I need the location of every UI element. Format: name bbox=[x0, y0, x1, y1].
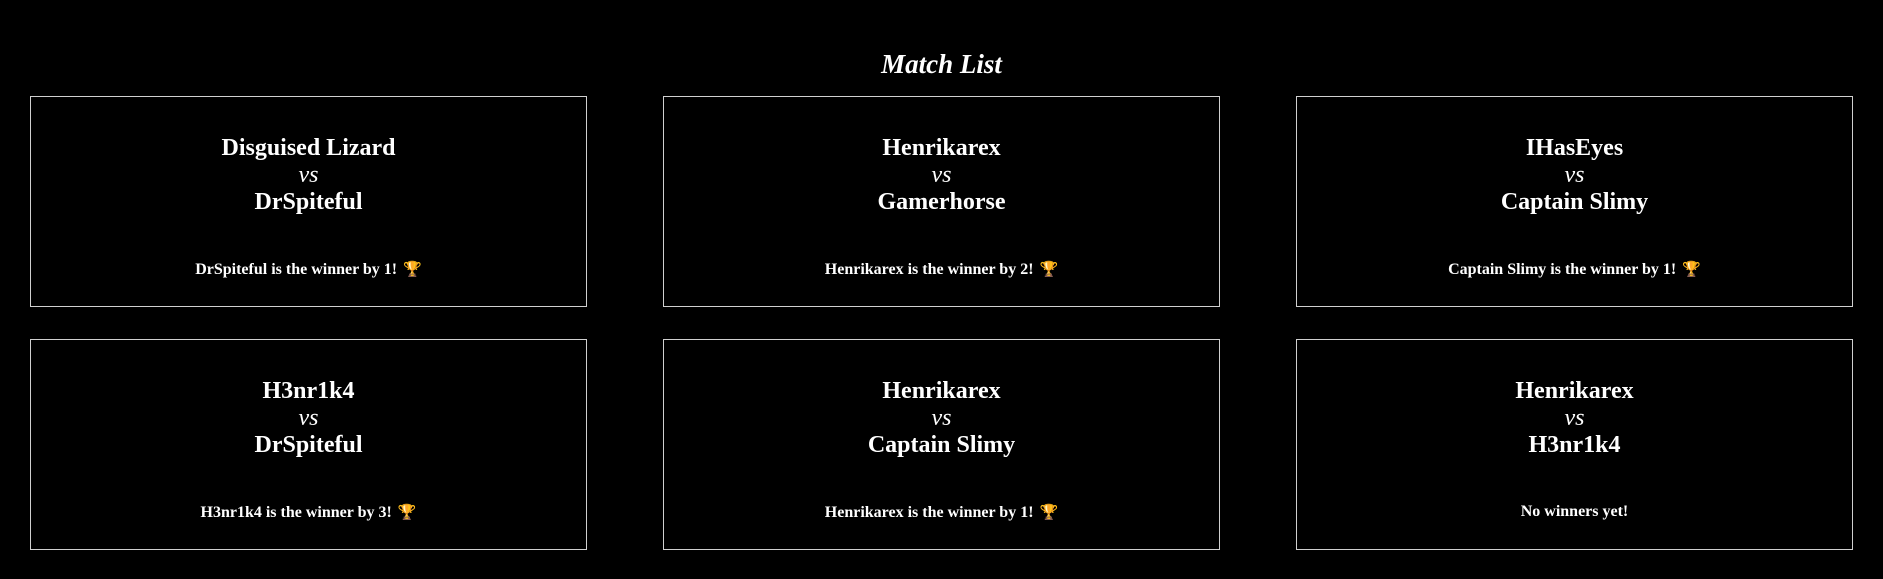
player-one-name: H3nr1k4 bbox=[262, 378, 355, 404]
match-result-text: Henrikarex is the winner by 1! bbox=[824, 504, 1034, 521]
match-result-text: H3nr1k4 is the winner by 3! bbox=[200, 504, 392, 521]
player-one-name: Disguised Lizard bbox=[221, 135, 396, 161]
match-players: Henrikarex vs Gamerhorse bbox=[664, 135, 1219, 216]
match-card[interactable]: IHasEyes vs Captain Slimy Captain Slimy … bbox=[1296, 96, 1853, 307]
match-card[interactable]: Henrikarex vs Gamerhorse Henrikarex is t… bbox=[663, 96, 1220, 307]
match-players: Henrikarex vs Captain Slimy bbox=[664, 378, 1219, 459]
match-result: Henrikarex is the winner by 2! 🏆 bbox=[664, 259, 1219, 280]
match-players: Henrikarex vs H3nr1k4 bbox=[1297, 378, 1852, 459]
player-two-name: H3nr1k4 bbox=[1528, 432, 1621, 458]
player-one-name: Henrikarex bbox=[1515, 378, 1634, 404]
page-title: Match List bbox=[881, 49, 1002, 80]
trophy-icon: 🏆 bbox=[403, 260, 422, 278]
match-result: Henrikarex is the winner by 1! 🏆 bbox=[664, 502, 1219, 523]
match-card[interactable]: Disguised Lizard vs DrSpiteful DrSpitefu… bbox=[30, 96, 587, 307]
match-card[interactable]: Henrikarex vs Captain Slimy Henrikarex i… bbox=[663, 339, 1220, 550]
player-two-name: Captain Slimy bbox=[1500, 189, 1649, 215]
vs-label: vs bbox=[298, 405, 319, 431]
trophy-icon: 🏆 bbox=[1039, 503, 1059, 521]
match-result: DrSpiteful is the winner by 1! 🏆 bbox=[31, 259, 586, 280]
match-result-text: Captain Slimy is the winner by 1! bbox=[1448, 261, 1677, 278]
match-result: No winners yet! bbox=[1297, 502, 1852, 522]
vs-label: vs bbox=[931, 405, 952, 431]
trophy-icon: 🏆 bbox=[397, 503, 417, 521]
match-list: Disguised Lizard vs DrSpiteful DrSpitefu… bbox=[30, 96, 1853, 550]
match-players: H3nr1k4 vs DrSpiteful bbox=[31, 378, 586, 459]
match-result: H3nr1k4 is the winner by 3! 🏆 bbox=[31, 502, 586, 523]
vs-label: vs bbox=[931, 162, 952, 188]
player-one-name: IHasEyes bbox=[1525, 135, 1624, 161]
player-two-name: Captain Slimy bbox=[867, 432, 1016, 458]
trophy-icon: 🏆 bbox=[1682, 260, 1701, 278]
player-two-name: DrSpiteful bbox=[254, 432, 363, 458]
vs-label: vs bbox=[1564, 162, 1585, 188]
trophy-icon: 🏆 bbox=[1039, 260, 1059, 278]
match-card[interactable]: H3nr1k4 vs DrSpiteful H3nr1k4 is the win… bbox=[30, 339, 587, 550]
match-result: Captain Slimy is the winner by 1! 🏆 bbox=[1297, 259, 1852, 280]
player-two-name: Gamerhorse bbox=[877, 189, 1006, 215]
player-one-name: Henrikarex bbox=[882, 378, 1001, 404]
match-result-text: No winners yet! bbox=[1520, 503, 1629, 520]
player-two-name: DrSpiteful bbox=[254, 189, 363, 215]
vs-label: vs bbox=[298, 162, 319, 188]
match-result-text: Henrikarex is the winner by 2! bbox=[824, 261, 1034, 278]
match-card[interactable]: Henrikarex vs H3nr1k4 No winners yet! bbox=[1296, 339, 1853, 550]
player-one-name: Henrikarex bbox=[882, 135, 1001, 161]
match-players: IHasEyes vs Captain Slimy bbox=[1297, 135, 1852, 216]
match-players: Disguised Lizard vs DrSpiteful bbox=[31, 135, 586, 216]
vs-label: vs bbox=[1564, 405, 1585, 431]
match-result-text: DrSpiteful is the winner by 1! bbox=[195, 261, 398, 278]
